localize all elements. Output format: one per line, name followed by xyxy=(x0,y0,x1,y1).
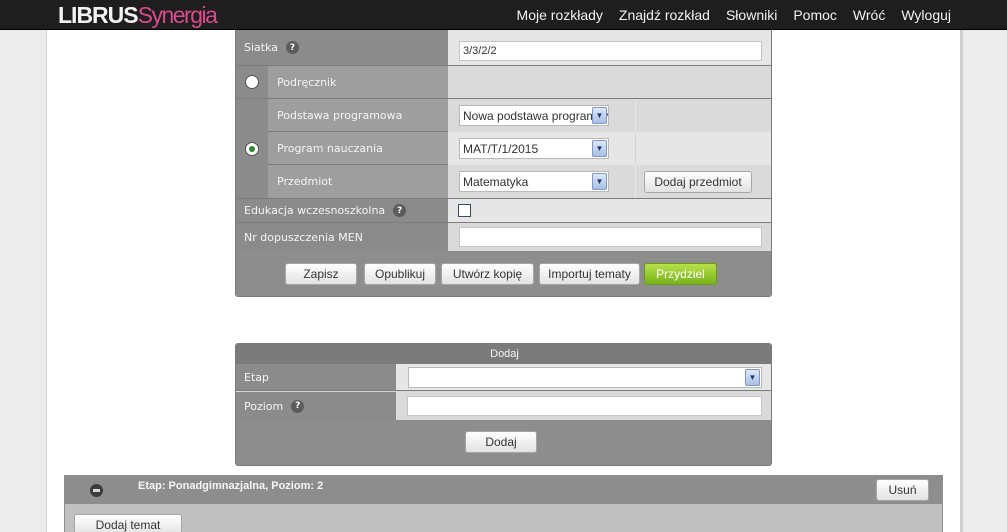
row-poziom: Poziom ? xyxy=(236,392,771,420)
nr-men-label: Nr dopuszczenia MEN xyxy=(244,230,363,244)
row-nr-men: Nr dopuszczenia MEN xyxy=(236,223,771,251)
stage-panel-header: Etap: Ponadgimnazjalna, Poziom: 2 Usuń xyxy=(65,476,942,504)
collapse-icon[interactable] xyxy=(90,484,103,497)
podstawa-label-cell: Podstawa programowa xyxy=(268,99,448,132)
add-subject-button[interactable]: Dodaj przedmiot xyxy=(644,171,752,193)
program-label-cell: Program nauczania xyxy=(268,132,448,165)
chevron-down-icon: ▼ xyxy=(745,369,760,386)
import-topics-button[interactable]: Importuj tematy xyxy=(539,263,640,285)
poziom-label-cell: Poziom ? xyxy=(236,392,396,420)
edukacja-value-cell xyxy=(448,199,771,222)
program-select[interactable]: MAT/T/1/2015 ▼ xyxy=(459,138,609,159)
chevron-down-icon: ▼ xyxy=(592,107,607,124)
przedmiot-label: Przedmiot xyxy=(277,175,333,188)
program-empty-cell xyxy=(635,132,771,165)
etap-label: Etap xyxy=(244,370,269,384)
librus-logo[interactable]: LIBRUSSynergia xyxy=(58,2,218,28)
siatka-input[interactable]: 3/3/2/2 xyxy=(459,41,762,61)
podstawa-select[interactable]: Nowa podstawa programowa ▼ xyxy=(459,105,609,126)
add-stage-panel: Dodaj Etap ▼ Poziom ? Dodaj xyxy=(235,343,772,466)
logo-librus: LIBRUS xyxy=(58,2,139,28)
schedule-form: Siatka ? 3/3/2/2 Podręcznik Podstawa pro… xyxy=(235,30,772,297)
nav-wyloguj[interactable]: Wyloguj xyxy=(901,7,951,23)
add-stage-actions: Dodaj xyxy=(236,420,771,465)
save-button[interactable]: Zapisz xyxy=(285,263,357,285)
program-label: Program nauczania xyxy=(277,141,383,155)
podrecznik-label: Podręcznik xyxy=(277,75,337,89)
copy-button[interactable]: Utwórz kopię xyxy=(441,263,534,285)
add-stage-button[interactable]: Dodaj xyxy=(465,431,537,453)
logo-synergia: Synergia xyxy=(137,2,218,28)
nav-wroc[interactable]: Wróć xyxy=(853,7,885,23)
help-icon[interactable]: ? xyxy=(286,41,300,54)
przedmiot-select[interactable]: Matematyka ▼ xyxy=(459,171,609,192)
nav-slowniki[interactable]: Słowniki xyxy=(726,7,777,23)
stage-panel: Etap: Ponadgimnazjalna, Poziom: 2 Usuń D… xyxy=(64,475,943,532)
row-program: Program nauczania MAT/T/1/2015 ▼ xyxy=(236,132,771,165)
nav-moje-rozklady[interactable]: Moje rozkłady xyxy=(517,7,603,23)
podstawa-label: Podstawa programowa xyxy=(277,108,403,122)
chevron-down-icon: ▼ xyxy=(592,173,607,190)
siatka-label: Siatka xyxy=(244,41,279,54)
publish-button[interactable]: Opublikuj xyxy=(364,263,436,285)
nav-pomoc[interactable]: Pomoc xyxy=(793,7,837,23)
stage-title: Etap: Ponadgimnazjalna, Poziom: 2 xyxy=(138,480,324,492)
help-icon[interactable]: ? xyxy=(291,399,305,413)
podstawa-empty-cell xyxy=(635,99,771,132)
edukacja-label-cell: Edukacja wczesnoszkolna ? xyxy=(236,199,448,222)
siatka-label-cell: Siatka ? xyxy=(236,30,448,65)
poziom-label: Poziom xyxy=(244,399,284,413)
poziom-input[interactable] xyxy=(407,396,762,416)
przedmiot-label-cell: Przedmiot xyxy=(268,165,448,198)
row-siatka: Siatka ? 3/3/2/2 xyxy=(236,30,771,66)
program-select-value: MAT/T/1/2015 xyxy=(463,141,539,156)
add-stage-title: Dodaj xyxy=(236,344,771,364)
row-edukacja: Edukacja wczesnoszkolna ? xyxy=(236,199,771,223)
assign-button[interactable]: Przydziel xyxy=(644,263,717,285)
row-przedmiot: Przedmiot Matematyka ▼ Dodaj przedmiot xyxy=(236,165,771,199)
top-bar: LIBRUSSynergia Moje rozkłady Znajdź rozk… xyxy=(0,0,1007,30)
add-topic-button[interactable]: Dodaj temat xyxy=(74,514,182,532)
nr-men-label-cell: Nr dopuszczenia MEN xyxy=(236,223,448,251)
nr-men-input[interactable] xyxy=(459,227,762,247)
form-actions: Zapisz Opublikuj Utwórz kopię Importuj t… xyxy=(236,251,771,296)
przedmiot-select-value: Matematyka xyxy=(463,174,529,189)
etap-select[interactable]: ▼ xyxy=(408,367,762,388)
etap-label-cell: Etap xyxy=(236,364,396,390)
delete-stage-button[interactable]: Usuń xyxy=(876,479,929,501)
row-etap: Etap ▼ xyxy=(236,364,771,391)
nav-znajdz-rozklad[interactable]: Znajdź rozkład xyxy=(619,7,710,23)
edukacja-checkbox[interactable] xyxy=(458,204,471,217)
podstawa-select-value: Nowa podstawa programowa xyxy=(463,108,609,123)
chevron-down-icon: ▼ xyxy=(592,140,607,157)
edukacja-label: Edukacja wczesnoszkolna xyxy=(244,204,386,217)
podrecznik-radio[interactable] xyxy=(245,75,259,89)
help-icon[interactable]: ? xyxy=(393,204,407,217)
main-nav: Moje rozkłady Znajdź rozkład Słowniki Po… xyxy=(517,0,951,30)
podrecznik-label-cell: Podręcznik xyxy=(268,66,448,98)
row-podstawa: Podstawa programowa Nowa podstawa progra… xyxy=(236,99,771,132)
podrecznik-value-cell xyxy=(448,66,771,98)
row-podrecznik: Podręcznik xyxy=(236,66,771,99)
